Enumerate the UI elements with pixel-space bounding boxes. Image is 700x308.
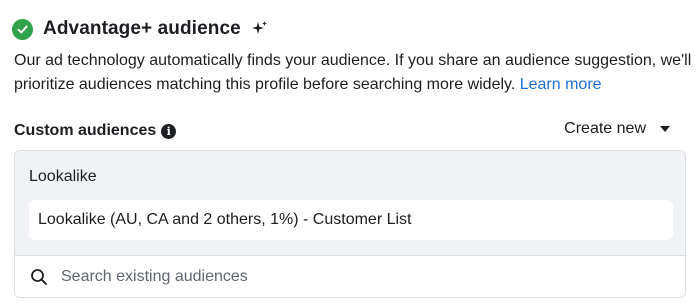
search-input[interactable] — [61, 268, 621, 286]
selected-audience-chip[interactable]: Lookalike (AU, CA and 2 others, 1%) - Cu… — [29, 200, 673, 240]
custom-audiences-label: Custom audiences — [14, 122, 157, 139]
search-row — [15, 256, 685, 297]
custom-audiences-box: Lookalike Lookalike (AU, CA and 2 others… — [14, 150, 686, 298]
create-new-dropdown[interactable]: Create new — [564, 118, 670, 140]
custom-audiences-header: Custom audiences i — [14, 122, 177, 140]
search-icon — [29, 267, 49, 287]
sparkle-icon — [251, 20, 269, 38]
learn-more-link[interactable]: Learn more — [520, 76, 602, 93]
caret-down-icon — [660, 126, 670, 132]
title-row: Advantage+ audience — [12, 14, 269, 44]
audience-group-label: Lookalike — [29, 168, 97, 185]
check-circle-icon — [12, 18, 33, 40]
page-title: Advantage+ audience — [43, 18, 241, 39]
info-icon[interactable]: i — [161, 123, 177, 139]
create-new-label: Create new — [564, 120, 646, 137]
audience-chip-label: Lookalike (AU, CA and 2 others, 1%) - Cu… — [38, 211, 412, 228]
advantage-audience-panel: Advantage+ audience Our ad technology au… — [0, 0, 700, 308]
description: Our ad technology automatically finds yo… — [14, 49, 694, 97]
selected-audiences: Lookalike Lookalike (AU, CA and 2 others… — [15, 151, 685, 256]
